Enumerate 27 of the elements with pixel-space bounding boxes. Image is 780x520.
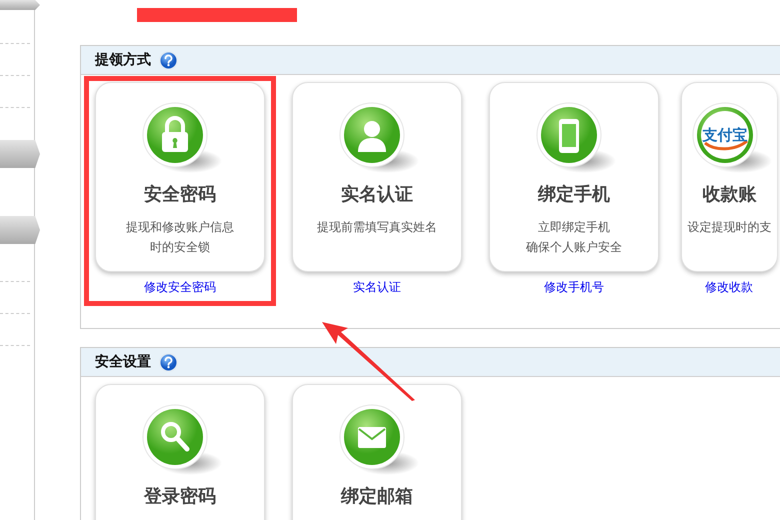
option-card[interactable]: 登录密码 — [95, 384, 265, 520]
help-icon[interactable] — [159, 352, 178, 372]
card-title: 绑定手机 — [538, 183, 610, 207]
sidebar-tab[interactable] — [0, 140, 40, 168]
option-card[interactable]: 实名认证 提现前需填写真实姓名 — [292, 82, 462, 272]
card-title: 实名认证 — [341, 183, 413, 207]
card-title: 绑定邮箱 — [341, 485, 413, 509]
card-title: 收款账 — [702, 183, 756, 207]
section-title: 提领方式 — [95, 51, 151, 69]
card-description: 提现前需填写真实姓名 — [317, 219, 437, 236]
card-link[interactable]: 修改收款 — [705, 279, 753, 296]
option-card[interactable]: 绑定邮箱 — [292, 384, 462, 520]
card-title: 安全密码 — [144, 183, 216, 207]
help-icon[interactable] — [159, 50, 178, 70]
option-card[interactable]: 支付宝 收款账 设定提现时的支 — [681, 82, 777, 272]
sidebar-tab[interactable] — [0, 216, 40, 244]
card-link[interactable]: 修改手机号 — [544, 279, 604, 296]
sidebar-tab[interactable] — [0, 0, 40, 10]
card-link[interactable]: 修改安全密码 — [144, 279, 216, 296]
section-title: 安全设置 — [95, 353, 151, 371]
card-description: 设定提现时的支 — [688, 219, 772, 236]
card-link[interactable]: 实名认证 — [353, 279, 401, 296]
card-description: 立即绑定手机 确保个人账户安全 — [526, 219, 622, 256]
option-card[interactable]: 绑定手机 立即绑定手机 确保个人账户安全 — [489, 82, 659, 272]
option-card[interactable]: 安全密码 提现和修改账户信息 时的安全锁 — [95, 82, 265, 272]
card-description: 提现和修改账户信息 时的安全锁 — [126, 219, 234, 256]
card-title: 登录密码 — [144, 485, 216, 509]
